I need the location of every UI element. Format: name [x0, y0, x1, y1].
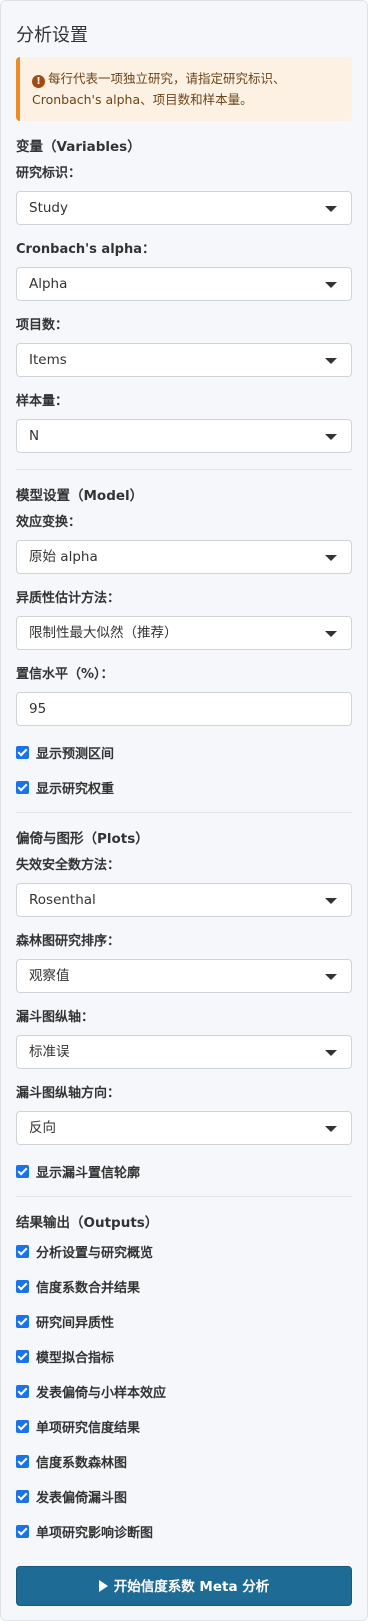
items-select[interactable]: Items [16, 343, 352, 377]
section-title-outputs: 结果输出（Outputs） [16, 1215, 159, 1231]
transform-select[interactable]: 原始 alpha [16, 540, 352, 574]
divider [16, 1196, 352, 1197]
checkbox-checked-icon[interactable] [16, 745, 29, 759]
checkbox-checked-icon[interactable] [16, 780, 29, 794]
study-weights-checkbox[interactable]: 显示研究权重 [16, 777, 352, 797]
checkbox-checked-icon[interactable] [16, 1349, 29, 1363]
chevron-down-icon [325, 358, 337, 364]
alpha-select-value: Alpha [29, 276, 68, 292]
heterogeneity-select[interactable]: 限制性最大似然（推荐） [16, 616, 352, 650]
divider [16, 812, 352, 813]
study-select[interactable]: Study [16, 191, 352, 225]
checkbox-label: 显示漏斗置信轮廓 [36, 1165, 141, 1181]
funnel-contour-checkbox[interactable]: 显示漏斗置信轮廓 [16, 1161, 352, 1181]
checkbox-label: 信度系数合并结果 [36, 1280, 141, 1296]
chevron-down-icon [325, 282, 337, 288]
confidence-level-label: 置信水平（%）： [16, 667, 114, 682]
checkbox-label: 信度系数森林图 [36, 1455, 128, 1471]
checkbox-checked-icon[interactable] [16, 1454, 29, 1468]
chevron-down-icon [325, 974, 337, 980]
section-title-model: 模型设置（Model） [16, 488, 144, 504]
checkbox-checked-icon[interactable] [16, 1164, 29, 1178]
heterogeneity-select-value: 限制性最大似然（推荐） [29, 625, 178, 641]
panel-title: 分析设置 [16, 25, 88, 46]
checkbox-checked-icon[interactable] [16, 1419, 29, 1433]
forest-order-select-value: 观察值 [29, 968, 70, 984]
failsafe-select-value: Rosenthal [29, 892, 96, 908]
checkbox-label: 分析设置与研究概览 [36, 1245, 154, 1261]
funnel-direction-label: 漏斗图纵轴方向： [16, 1086, 121, 1101]
checkbox-label: 显示研究权重 [36, 781, 115, 797]
info-circle-icon: ! [32, 75, 45, 88]
checkbox-checked-icon[interactable] [16, 1244, 29, 1258]
output-checkbox-pooled[interactable]: 信度系数合并结果 [16, 1276, 352, 1296]
transform-label: 效应变换： [16, 515, 82, 530]
output-checkbox-overview[interactable]: 分析设置与研究概览 [16, 1241, 352, 1261]
n-select-value: N [29, 428, 40, 444]
output-checkbox-fit[interactable]: 模型拟合指标 [16, 1346, 352, 1366]
confidence-level-value: 95 [29, 701, 47, 717]
funnel-y-label: 漏斗图纵轴： [16, 1010, 95, 1025]
alpha-select[interactable]: Alpha [16, 267, 352, 301]
chevron-down-icon [325, 1126, 337, 1132]
section-title-variables: 变量（Variables） [16, 139, 141, 155]
alpha-label: Cronbach's alpha： [16, 242, 155, 257]
checkbox-label: 发表偏倚与小样本效应 [36, 1385, 167, 1401]
chevron-down-icon [325, 898, 337, 904]
forest-order-select[interactable]: 观察值 [16, 959, 352, 993]
alert-text: 每行代表一项独立研究，请指定研究标识、Cronbach's alpha、项目数和… [32, 71, 286, 107]
chevron-down-icon [325, 206, 337, 212]
output-checkbox-influence[interactable]: 单项研究影响诊断图 [16, 1521, 352, 1541]
failsafe-select[interactable]: Rosenthal [16, 883, 352, 917]
chevron-down-icon [325, 555, 337, 561]
info-alert: ! 每行代表一项独立研究，请指定研究标识、Cronbach's alpha、项目数… [16, 57, 352, 121]
checkbox-checked-icon[interactable] [16, 1524, 29, 1538]
study-select-value: Study [29, 200, 68, 216]
section-title-plots: 偏倚与图形（Plots） [16, 831, 149, 847]
failsafe-label: 失效安全数方法： [16, 858, 121, 873]
run-analysis-button[interactable]: 开始信度系数 Meta 分析 [16, 1566, 352, 1606]
forest-order-label: 森林图研究排序： [16, 934, 121, 949]
checkbox-checked-icon[interactable] [16, 1384, 29, 1398]
n-label: 样本量： [16, 394, 69, 409]
confidence-level-input[interactable]: 95 [16, 692, 352, 726]
play-icon [98, 1580, 108, 1592]
output-checkbox-heterogeneity[interactable]: 研究间异质性 [16, 1311, 352, 1331]
checkbox-label: 显示预测区间 [36, 746, 115, 762]
funnel-direction-select-value: 反向 [29, 1120, 56, 1136]
chevron-down-icon [325, 1050, 337, 1056]
chevron-down-icon [325, 434, 337, 440]
funnel-y-select-value: 标准误 [29, 1044, 70, 1060]
checkbox-checked-icon[interactable] [16, 1489, 29, 1503]
funnel-direction-select[interactable]: 反向 [16, 1111, 352, 1145]
checkbox-label: 模型拟合指标 [36, 1350, 115, 1366]
checkbox-checked-icon[interactable] [16, 1279, 29, 1293]
study-label: 研究标识： [16, 166, 82, 181]
heterogeneity-label: 异质性估计方法： [16, 591, 121, 606]
checkbox-label: 研究间异质性 [36, 1315, 115, 1331]
prediction-interval-checkbox[interactable]: 显示预测区间 [16, 742, 352, 762]
run-button-label: 开始信度系数 Meta 分析 [113, 1579, 270, 1595]
items-select-value: Items [29, 352, 67, 368]
output-checkbox-forest[interactable]: 信度系数森林图 [16, 1451, 352, 1471]
output-checkbox-bias[interactable]: 发表偏倚与小样本效应 [16, 1381, 352, 1401]
checkbox-label: 单项研究影响诊断图 [36, 1525, 154, 1541]
transform-select-value: 原始 alpha [29, 549, 98, 565]
divider [16, 469, 352, 470]
output-checkbox-funnel[interactable]: 发表偏倚漏斗图 [16, 1486, 352, 1506]
checkbox-checked-icon[interactable] [16, 1314, 29, 1328]
output-checkbox-single-study[interactable]: 单项研究信度结果 [16, 1416, 352, 1436]
analysis-settings-panel: 分析设置 ! 每行代表一项独立研究，请指定研究标识、Cronbach's alph… [0, 0, 368, 1621]
items-label: 项目数： [16, 318, 69, 333]
chevron-down-icon [325, 631, 337, 637]
n-select[interactable]: N [16, 419, 352, 453]
checkbox-label: 单项研究信度结果 [36, 1420, 141, 1436]
checkbox-label: 发表偏倚漏斗图 [36, 1490, 128, 1506]
funnel-y-select[interactable]: 标准误 [16, 1035, 352, 1069]
